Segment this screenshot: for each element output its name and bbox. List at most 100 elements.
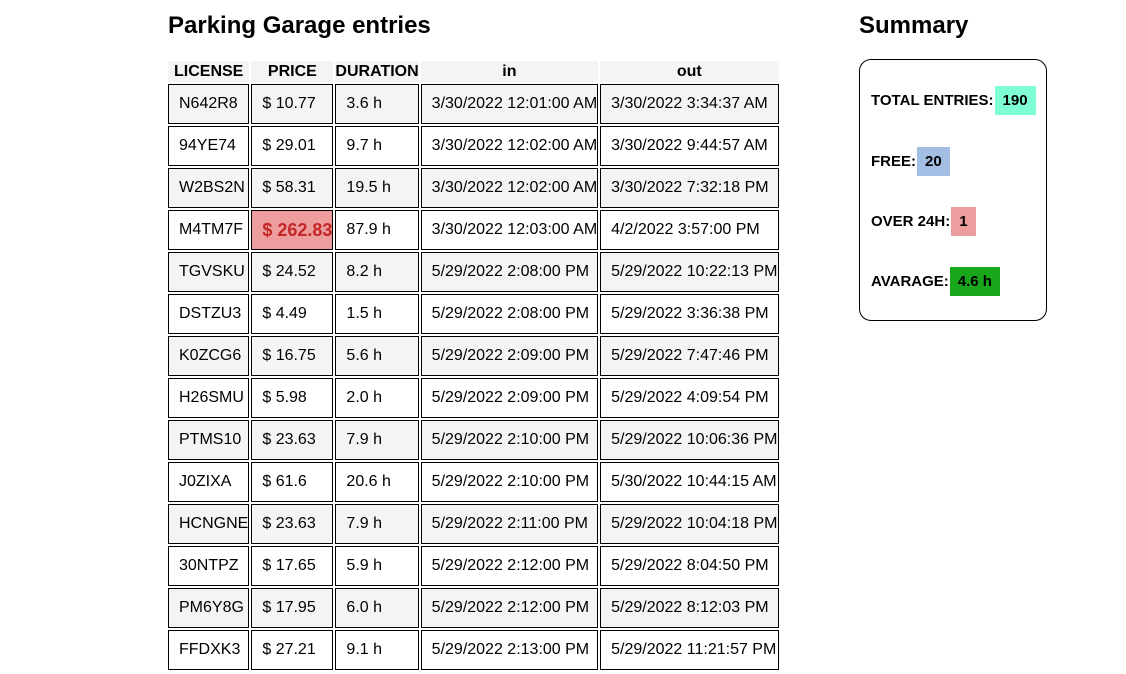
summary-avg-label: AVARAGE: (871, 273, 949, 290)
summary-section: Summary TOTAL ENTRIES: 190 FREE: 20 OVER… (859, 0, 1047, 321)
entries-table: LICENSE PRICE DURATION in out N642R8 $ 10… (166, 59, 781, 672)
summary-title: Summary (859, 12, 969, 39)
entries-table-body: N642R8 $ 10.77 3.6 h 3/30/2022 12:01:00 AM 3… (168, 84, 779, 670)
cell-in: 3/30/2022 12:01:00 AM (420, 84, 599, 124)
cell-out: 5/29/2022 7:47:46 PM (600, 336, 779, 376)
cell-out: 5/29/2022 3:36:38 PM (600, 294, 779, 334)
cell-in: 3/30/2022 12:02:00 AM (420, 126, 599, 166)
cell-in: 5/29/2022 2:09:00 PM (420, 378, 599, 418)
cell-license: 94YE74 (168, 126, 250, 166)
table-row[interactable]: DSTZU3 $ 4.49 1.5 h 5/29/2022 2:08:00 PM 5/2… (168, 294, 779, 334)
table-row[interactable]: HCNGNE $ 23.63 7.9 h 5/29/2022 2:11:00 PM 5/… (168, 504, 779, 544)
cell-license: J0ZIXA (168, 462, 250, 502)
summary-total-badge: 190 (994, 86, 1036, 115)
cell-duration: 7.9 h (335, 420, 419, 460)
table-row[interactable]: W2BS2N $ 58.31 19.5 h 3/30/2022 12:02:00 AM… (168, 168, 779, 208)
cell-in: 5/29/2022 2:13:00 PM (420, 630, 599, 670)
cell-price: $ 24.52 (251, 252, 334, 292)
column-header-price[interactable]: PRICE (251, 61, 334, 82)
cell-in: 5/29/2022 2:08:00 PM (420, 294, 599, 334)
summary-total-entries: TOTAL ENTRIES: 190 (871, 86, 1036, 115)
cell-price: $ 17.65 (251, 546, 334, 586)
cell-duration: 8.2 h (335, 252, 419, 292)
cell-out: 3/30/2022 3:34:37 AM (600, 84, 779, 124)
cell-out: 5/29/2022 8:12:03 PM (600, 588, 779, 628)
cell-out: 5/29/2022 10:06:36 PM (600, 420, 779, 460)
cell-license: DSTZU3 (168, 294, 250, 334)
table-header-row: LICENSE PRICE DURATION in out (168, 61, 779, 82)
cell-duration: 7.9 h (335, 504, 419, 544)
cell-in: 3/30/2022 12:02:00 AM (420, 168, 599, 208)
cell-out: 5/29/2022 10:22:13 PM (600, 252, 779, 292)
cell-license: M4TM7F (168, 210, 250, 250)
table-row[interactable]: TGVSKU $ 24.52 8.2 h 5/29/2022 2:08:00 PM 5/… (168, 252, 779, 292)
cell-duration: 1.5 h (335, 294, 419, 334)
summary-free: FREE: 20 (871, 147, 950, 176)
cell-out: 5/29/2022 8:04:50 PM (600, 546, 779, 586)
cell-out: 5/30/2022 10:44:15 AM (600, 462, 779, 502)
table-row[interactable]: M4TM7F $ 262.83 87.9 h 3/30/2022 12:03:00 A… (168, 210, 779, 250)
cell-in: 5/29/2022 2:12:00 PM (420, 588, 599, 628)
summary-over-label: OVER 24H: (871, 213, 951, 230)
cell-price: $ 58.31 (251, 168, 334, 208)
table-row[interactable]: K0ZCG6 $ 16.75 5.6 h 5/29/2022 2:09:00 PM 5/… (168, 336, 779, 376)
cell-price: $ 16.75 (251, 336, 334, 376)
cell-price: $ 23.63 (251, 420, 334, 460)
table-row[interactable]: PM6Y8G $ 17.95 6.0 h 5/29/2022 2:12:00 PM 5/… (168, 588, 779, 628)
cell-license: PM6Y8G (168, 588, 250, 628)
cell-duration: 3.6 h (335, 84, 419, 124)
cell-in: 3/30/2022 12:03:00 AM (420, 210, 599, 250)
summary-average: AVARAGE: 4.6 h (871, 267, 1000, 296)
cell-out: 4/2/2022 3:57:00 PM (600, 210, 779, 250)
column-header-out[interactable]: out (600, 61, 779, 82)
cell-price: $ 5.98 (251, 378, 334, 418)
cell-license: HCNGNE (168, 504, 250, 544)
summary-over-badge: 1 (951, 207, 976, 236)
cell-duration: 20.6 h (335, 462, 419, 502)
cell-duration: 6.0 h (335, 588, 419, 628)
cell-price: $ 23.63 (251, 504, 334, 544)
cell-in: 5/29/2022 2:08:00 PM (420, 252, 599, 292)
table-row[interactable]: FFDXK3 $ 27.21 9.1 h 5/29/2022 2:13:00 PM 5/… (168, 630, 779, 670)
summary-avg-badge: 4.6 h (949, 267, 1000, 296)
summary-free-badge: 20 (917, 147, 950, 176)
cell-out: 5/29/2022 10:04:18 PM (600, 504, 779, 544)
table-row[interactable]: N642R8 $ 10.77 3.6 h 3/30/2022 12:01:00 AM 3… (168, 84, 779, 124)
cell-license: W2BS2N (168, 168, 250, 208)
cell-in: 5/29/2022 2:09:00 PM (420, 336, 599, 376)
cell-license: N642R8 (168, 84, 250, 124)
cell-price: $ 262.83 (251, 210, 334, 250)
table-row[interactable]: PTMS10 $ 23.63 7.9 h 5/29/2022 2:10:00 PM 5/… (168, 420, 779, 460)
cell-duration: 5.6 h (335, 336, 419, 376)
cell-in: 5/29/2022 2:12:00 PM (420, 546, 599, 586)
table-row[interactable]: J0ZIXA $ 61.6 20.6 h 5/29/2022 2:10:00 PM 5/… (168, 462, 779, 502)
column-header-duration[interactable]: DURATION (335, 61, 419, 82)
summary-total-label: TOTAL ENTRIES: (871, 92, 994, 109)
cell-out: 3/30/2022 9:44:57 AM (600, 126, 779, 166)
table-row[interactable]: H26SMU $ 5.98 2.0 h 5/29/2022 2:09:00 PM 5/2… (168, 378, 779, 418)
cell-duration: 19.5 h (335, 168, 419, 208)
cell-in: 5/29/2022 2:10:00 PM (420, 462, 599, 502)
summary-card: TOTAL ENTRIES: 190 FREE: 20 OVER 24H: 1 … (859, 59, 1047, 321)
cell-out: 5/29/2022 4:09:54 PM (600, 378, 779, 418)
table-row[interactable]: 30NTPZ $ 17.65 5.9 h 5/29/2022 2:12:00 PM 5/… (168, 546, 779, 586)
cell-in: 5/29/2022 2:11:00 PM (420, 504, 599, 544)
cell-license: PTMS10 (168, 420, 250, 460)
entries-section: Parking Garage entries LICENSE PRICE DUR… (168, 0, 779, 670)
cell-license: H26SMU (168, 378, 250, 418)
column-header-license[interactable]: LICENSE (168, 61, 250, 82)
cell-price: $ 29.01 (251, 126, 334, 166)
cell-duration: 2.0 h (335, 378, 419, 418)
column-header-in[interactable]: in (420, 61, 599, 82)
cell-license: FFDXK3 (168, 630, 250, 670)
cell-price: $ 27.21 (251, 630, 334, 670)
cell-license: TGVSKU (168, 252, 250, 292)
cell-license: K0ZCG6 (168, 336, 250, 376)
cell-out: 3/30/2022 7:32:18 PM (600, 168, 779, 208)
cell-in: 5/29/2022 2:10:00 PM (420, 420, 599, 460)
table-row[interactable]: 94YE74 $ 29.01 9.7 h 3/30/2022 12:02:00 AM 3… (168, 126, 779, 166)
summary-over-24h: OVER 24H: 1 (871, 207, 976, 236)
cell-duration: 87.9 h (335, 210, 419, 250)
cell-duration: 5.9 h (335, 546, 419, 586)
cell-price: $ 17.95 (251, 588, 334, 628)
